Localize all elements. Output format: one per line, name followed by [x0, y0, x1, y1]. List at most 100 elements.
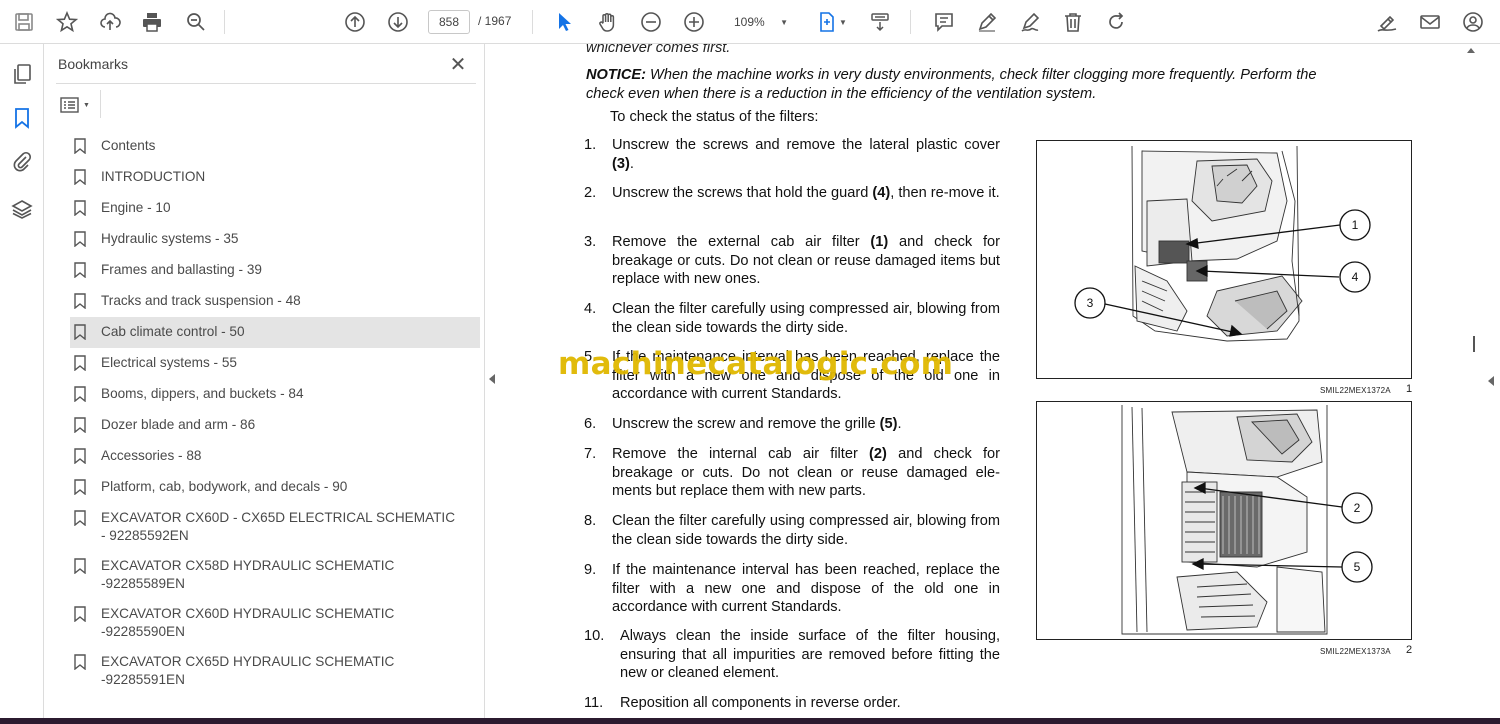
zoom-in-icon[interactable]	[680, 8, 708, 36]
pages-icon[interactable]	[8, 60, 36, 88]
bookmark-item[interactable]: Cab climate control - 50	[70, 317, 480, 348]
rotate-icon[interactable]	[1102, 8, 1130, 36]
taskbar-edge	[0, 718, 1500, 724]
close-icon[interactable]: ✕	[446, 52, 470, 76]
bookmark-icon	[74, 654, 88, 672]
bookmark-icon	[74, 448, 88, 466]
bookmark-item[interactable]: EXCAVATOR CX58D HYDRAULIC SCHEMATIC -922…	[70, 551, 480, 599]
bookmark-item[interactable]: Accessories - 88	[70, 441, 480, 472]
layers-icon[interactable]	[8, 195, 36, 223]
figure-number: 2	[1406, 644, 1413, 656]
bookmark-icon	[74, 324, 88, 342]
bookmark-item[interactable]: INTRODUCTION	[70, 162, 480, 193]
scroll-mode-icon[interactable]	[866, 8, 894, 36]
bookmark-label: EXCAVATOR CX60D - CX65D ELECTRICAL SCHEM…	[101, 510, 456, 543]
collapse-panel-icon[interactable]	[489, 374, 495, 384]
notice-paragraph: NOTICE: When the machine works in very d…	[586, 66, 1346, 104]
step-text: If the maintenance interval has been rea…	[612, 562, 1000, 616]
bookmark-label: INTRODUCTION	[101, 169, 206, 184]
bookmark-icon	[74, 479, 88, 497]
bookmark-item[interactable]: EXCAVATOR CX60D HYDRAULIC SCHEMATIC -922…	[70, 599, 480, 647]
hand-icon[interactable]	[594, 8, 622, 36]
cab-filter-illustration-2: 2 5	[1121, 405, 1373, 635]
bookmark-label: Tracks and track suspension - 48	[101, 293, 301, 308]
bookmark-label: Engine - 10	[101, 200, 171, 215]
page-number-input[interactable]: 858	[428, 10, 470, 34]
bookmark-icon	[74, 262, 88, 280]
zoom-out-icon[interactable]	[637, 8, 665, 36]
bookmark-options-button[interactable]: ▼	[60, 94, 100, 116]
step-number: 2.	[584, 185, 597, 201]
bookmarks-icon[interactable]	[8, 104, 36, 132]
step-text: Unscrew the screws and remove the latera…	[612, 137, 1000, 172]
bookmark-item[interactable]: Dozer blade and arm - 86	[70, 410, 480, 441]
step-number: 9.	[584, 562, 597, 578]
toolbar-separator	[224, 10, 225, 34]
bookmark-item[interactable]: Frames and ballasting - 39	[70, 255, 480, 286]
zoom-search-icon[interactable]	[182, 8, 210, 36]
bookmark-item[interactable]: Booms, dippers, and buckets - 84	[70, 379, 480, 410]
figure-2-image: 2 5	[1036, 401, 1412, 640]
delete-icon[interactable]	[1059, 8, 1087, 36]
bookmark-icon	[74, 355, 88, 373]
bookmark-item[interactable]: EXCAVATOR CX65D HYDRAULIC SCHEMATIC -922…	[70, 647, 480, 695]
steps-intro: To check the status of the filters:	[610, 109, 819, 125]
bookmark-icon	[74, 386, 88, 404]
account-icon[interactable]	[1459, 8, 1487, 36]
zoom-select[interactable]: 109% ▼	[722, 10, 796, 34]
print-icon[interactable]	[138, 8, 166, 36]
step-item: 7. Remove the internal cab air filter (2)…	[584, 445, 1000, 501]
bookmark-item[interactable]: Platform, cab, bodywork, and decals - 90	[70, 472, 480, 503]
step-text: Unscrew the screws that hold the guard (…	[612, 185, 1000, 201]
bookmark-item[interactable]: Hydraulic systems - 35	[70, 224, 480, 255]
step-item: 10. Always clean the inside surface of th…	[584, 627, 1000, 683]
page-down-icon[interactable]	[384, 8, 412, 36]
bookmark-item[interactable]: EXCAVATOR CX60D - CX65D ELECTRICAL SCHEM…	[70, 503, 480, 551]
email-icon[interactable]	[1416, 8, 1444, 36]
step-number: 8.	[584, 513, 597, 529]
bookmark-item[interactable]: Electrical systems - 55	[70, 348, 480, 379]
partial-line: whichever comes first.	[586, 44, 731, 56]
left-rail	[0, 44, 44, 718]
step-item: 4. Clean the filter carefully using compr…	[584, 300, 1000, 337]
step-text: Remove the external cab air filter (1) a…	[612, 234, 1000, 288]
bookmark-item[interactable]: Contents	[70, 131, 480, 162]
step-text: Remove the internal cab air filter (2) a…	[612, 446, 1001, 500]
bookmark-item[interactable]: Tracks and track suspension - 48	[70, 286, 480, 317]
upload-cloud-icon[interactable]	[96, 8, 124, 36]
scrollbar-thumb[interactable]	[1473, 336, 1475, 352]
zoom-value: 109%	[734, 15, 765, 29]
highlight-pen-icon[interactable]	[973, 8, 1001, 36]
document-view[interactable]: whichever comes first. NOTICE: When the …	[500, 44, 1470, 718]
options-separator	[100, 90, 101, 118]
bookmark-label: Contents	[101, 138, 156, 153]
callout-label: 3	[1087, 296, 1094, 310]
select-arrow-icon[interactable]	[551, 8, 579, 36]
page-up-icon[interactable]	[341, 8, 369, 36]
step-number: 3.	[584, 234, 597, 250]
bookmarks-divider	[56, 83, 476, 84]
step-number: 4.	[584, 301, 597, 317]
expand-right-panel-icon[interactable]	[1488, 376, 1494, 386]
figure-1-image: 1 4 3	[1036, 140, 1412, 379]
scroll-up-icon[interactable]	[1467, 48, 1475, 53]
right-scroll-area	[1470, 44, 1500, 718]
step-item: 9. If the maintenance interval has been r…	[584, 561, 1000, 617]
callout-label: 5	[1354, 560, 1361, 574]
bookmark-label: Accessories - 88	[101, 448, 202, 463]
sign-icon[interactable]	[1016, 8, 1044, 36]
bookmark-icon	[74, 558, 88, 576]
list-options-icon	[60, 97, 79, 113]
fill-sign-icon[interactable]	[1373, 8, 1401, 36]
step-item: 8. Clean the filter carefully using compr…	[584, 512, 1000, 549]
attachments-icon[interactable]	[8, 147, 36, 175]
save-icon[interactable]	[10, 8, 38, 36]
bookmark-item[interactable]: Engine - 10	[70, 193, 480, 224]
main-toolbar: 858 / 1967 109% ▼ ▼	[0, 0, 1500, 44]
step-number: 1.	[584, 137, 597, 153]
chevron-down-icon[interactable]: ▼	[836, 8, 850, 36]
bookmark-icon	[74, 231, 88, 249]
comment-icon[interactable]	[930, 8, 958, 36]
star-icon[interactable]	[53, 8, 81, 36]
step-item: 6. Unscrew the screw and remove the grill…	[584, 415, 1000, 434]
